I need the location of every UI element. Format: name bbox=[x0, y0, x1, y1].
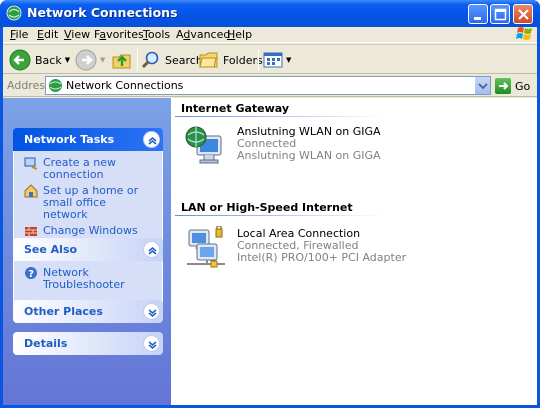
expand-chevron-icon[interactable] bbox=[143, 303, 160, 320]
window: Network Connections File Edit View Favor… bbox=[0, 0, 540, 408]
network-connections-icon bbox=[49, 79, 62, 92]
address-input[interactable]: Network Connections bbox=[45, 76, 491, 95]
connection-device: Intel(R) PRO/100+ PCI Adapter bbox=[237, 251, 407, 264]
see-also-header[interactable]: See Also bbox=[13, 238, 163, 261]
network-connections-icon bbox=[6, 5, 22, 21]
forward-button[interactable]: ▼ bbox=[75, 48, 105, 72]
back-dropdown-icon[interactable]: ▼ bbox=[65, 56, 70, 64]
up-folder-button[interactable] bbox=[111, 48, 133, 72]
address-dropdown-button[interactable] bbox=[474, 77, 490, 94]
views-dropdown-icon[interactable]: ▼ bbox=[286, 56, 291, 64]
task-network-troubleshooter[interactable]: ? Network Troubleshooter bbox=[24, 267, 154, 291]
connection-item[interactable]: Local Area Connection Connected, Firewal… bbox=[185, 226, 406, 272]
forward-dropdown-icon[interactable]: ▼ bbox=[100, 56, 105, 64]
toolbar-separator bbox=[258, 49, 259, 71]
menu-help[interactable]: Help bbox=[227, 28, 252, 41]
forward-arrow-icon bbox=[75, 49, 97, 71]
folders-button[interactable]: Folders bbox=[199, 48, 263, 72]
other-places-header[interactable]: Other Places bbox=[13, 300, 163, 323]
collapse-chevron-icon[interactable] bbox=[143, 131, 160, 148]
see-also-panel: See Also ? Network Troubleshooter bbox=[13, 238, 163, 303]
connections-view: Internet Gateway Anslutning WLAN on GIGA… bbox=[171, 98, 537, 405]
see-also-body: ? Network Troubleshooter bbox=[13, 261, 163, 303]
group-internet-gateway-title: Internet Gateway bbox=[181, 102, 290, 115]
windows-logo-icon bbox=[516, 27, 532, 40]
details-panel: Details bbox=[13, 332, 163, 355]
back-button[interactable]: Back ▼ bbox=[9, 48, 70, 72]
title-bar[interactable]: Network Connections bbox=[0, 0, 540, 27]
back-arrow-icon bbox=[9, 49, 31, 71]
menu-tools[interactable]: Tools bbox=[143, 28, 170, 41]
maximize-icon bbox=[494, 8, 507, 21]
internet-gateway-icon bbox=[185, 126, 222, 164]
go-arrow-icon bbox=[495, 78, 511, 94]
menu-bar: File Edit View Favorites Tools Advanced … bbox=[3, 27, 537, 43]
network-tasks-header[interactable]: Network Tasks bbox=[13, 128, 163, 151]
svg-text:?: ? bbox=[28, 269, 34, 280]
collapse-chevron-icon[interactable] bbox=[143, 241, 160, 258]
other-places-panel: Other Places bbox=[13, 300, 163, 323]
menu-edit[interactable]: Edit bbox=[37, 28, 58, 41]
connection-device: Anslutning WLAN on GIGA bbox=[237, 149, 381, 162]
help-icon: ? bbox=[25, 267, 37, 280]
group-lan-title: LAN or High-Speed Internet bbox=[181, 201, 353, 214]
menu-favorites[interactable]: Favorites bbox=[94, 28, 144, 41]
new-connection-icon bbox=[24, 157, 38, 170]
window-title: Network Connections bbox=[27, 5, 178, 20]
address-bar: Address Network Connections Go bbox=[3, 75, 537, 97]
close-button[interactable] bbox=[513, 4, 533, 24]
views-button[interactable]: ▼ bbox=[263, 48, 291, 72]
firewall-icon bbox=[25, 227, 37, 236]
menu-file[interactable]: File bbox=[10, 28, 28, 41]
chevron-down-icon bbox=[478, 83, 488, 90]
lan-connection-icon bbox=[187, 226, 225, 268]
menu-view[interactable]: View bbox=[64, 28, 90, 41]
up-folder-icon bbox=[112, 54, 131, 69]
group-divider bbox=[175, 215, 385, 216]
close-icon bbox=[518, 9, 529, 20]
toolbar-separator bbox=[137, 49, 138, 71]
group-divider bbox=[175, 116, 385, 117]
minimize-icon bbox=[474, 17, 481, 20]
menu-advanced[interactable]: Advanced bbox=[176, 28, 230, 41]
toolbar: Back ▼ ▼ Search Folders ▼ bbox=[3, 44, 537, 74]
home-network-icon bbox=[24, 184, 38, 198]
search-button[interactable]: Search bbox=[141, 48, 203, 72]
expand-chevron-icon[interactable] bbox=[143, 335, 160, 352]
task-pane: Network Tasks Create a new connection Se… bbox=[3, 98, 171, 405]
connection-item[interactable]: Anslutning WLAN on GIGA Connected Anslut… bbox=[185, 124, 381, 170]
client-area: File Edit View Favorites Tools Advanced … bbox=[3, 27, 537, 405]
search-icon bbox=[141, 51, 159, 69]
maximize-button[interactable] bbox=[490, 4, 510, 24]
task-home-network[interactable]: Set up a home or small office network bbox=[24, 184, 154, 221]
go-button[interactable]: Go bbox=[495, 77, 530, 95]
views-icon bbox=[263, 52, 283, 68]
task-create-connection[interactable]: Create a new connection bbox=[24, 157, 154, 181]
minimize-button[interactable] bbox=[468, 4, 488, 24]
folders-icon bbox=[199, 52, 218, 68]
details-header[interactable]: Details bbox=[13, 332, 163, 355]
